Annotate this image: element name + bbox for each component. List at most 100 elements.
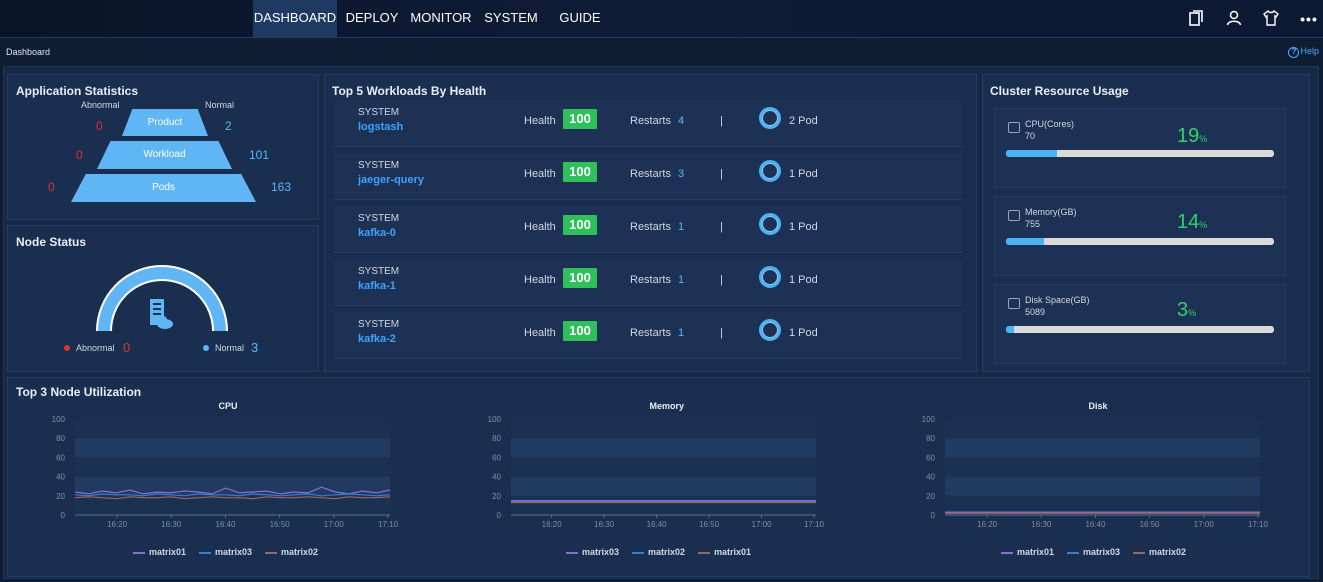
legend-label: matrix01 [149, 547, 187, 557]
y-tick-label: 100 [52, 415, 66, 424]
legend-label: matrix03 [582, 547, 620, 557]
legend-item[interactable]: matrix03 [199, 547, 252, 557]
workload-row[interactable]: SYSTEM kafka-2 Health 100 Restarts 1 | 1 Pod [334, 312, 962, 359]
workload-name-link[interactable]: kafka-0 [358, 227, 396, 239]
legend-item[interactable]: matrix01 [133, 547, 186, 557]
workload-row[interactable]: SYSTEM logstash Health 100 Restarts 4 | 2 Pod [334, 100, 962, 147]
nav-dashboard[interactable]: DASHBOARD [253, 0, 337, 38]
grid-band [511, 495, 816, 515]
server-cloud-icon [150, 299, 173, 329]
restarts-label: Restarts [630, 274, 671, 286]
workload-name-link[interactable]: logstash [358, 121, 403, 133]
workload-name-link[interactable]: kafka-2 [358, 333, 396, 345]
y-tick-label: 60 [56, 453, 65, 462]
workload-name-link[interactable]: kafka-1 [358, 280, 396, 292]
x-tick-label: 17:10 [378, 520, 399, 529]
restarts-count: 4 [678, 115, 685, 127]
node-status-panel: Node Status Abnormal 0 Normal 3 [7, 225, 319, 372]
abnormal-value: 0 [123, 340, 131, 355]
legend-swatch [1001, 551, 1013, 554]
x-tick-label: 16:20 [542, 520, 563, 529]
resource-label: Disk Space(GB) [1025, 295, 1090, 305]
panel-title: Application Statistics [16, 84, 139, 98]
help-link[interactable]: ? Help [1288, 46, 1319, 58]
workload-namespace: SYSTEM [358, 266, 400, 277]
legend-swatch [632, 551, 644, 554]
workload-row[interactable]: SYSTEM jaeger-query Health 100 Restarts 3 | 1 P… [334, 153, 962, 200]
legend-label: matrix01 [714, 547, 752, 557]
health-score-badge: 100 [563, 321, 597, 341]
usage-progress-bar [1006, 150, 1274, 157]
breadcrumb-bar: Dashboard ? Help [0, 39, 1323, 65]
application-statistics-panel: Application Statistics Abnormal Normal 0… [7, 74, 319, 220]
separator: | [720, 274, 723, 286]
workload-name-link[interactable]: jaeger-query [358, 174, 424, 186]
product-abnormal-count: 0 [96, 119, 103, 133]
restarts-label: Restarts [630, 115, 671, 127]
restarts-count: 1 [678, 221, 685, 233]
y-tick-label: 20 [56, 492, 65, 501]
cluster-resource-card: Memory(GB) 755 14% [994, 196, 1286, 276]
y-tick-label: 100 [922, 415, 936, 424]
grid-band [75, 438, 390, 458]
more-icon[interactable]: ••• [1300, 10, 1318, 28]
separator: | [720, 168, 723, 180]
pod-ring-icon [759, 160, 781, 182]
workload-row[interactable]: SYSTEM kafka-0 Health 100 Restarts 1 | 1 Pod [334, 206, 962, 253]
health-label: Health [524, 115, 556, 127]
pod-count: 1 Pod [789, 327, 818, 339]
line-chart[interactable]: 0 20 40 60 80 100 16:20 16:30 16:40 16:50 17:00 17:… [15, 398, 410, 535]
grid-band [945, 457, 1260, 477]
percent-unit: % [1199, 134, 1208, 144]
legend-label: matrix02 [281, 547, 319, 557]
workload-namespace: SYSTEM [358, 160, 400, 171]
grid-band [75, 457, 390, 477]
restarts-label: Restarts [630, 168, 671, 180]
x-tick-label: 17:00 [324, 520, 345, 529]
nav-deploy[interactable]: DEPLOY [342, 0, 402, 38]
workload-row[interactable]: SYSTEM kafka-1 Health 100 Restarts 1 | 1 Pod [334, 259, 962, 306]
y-tick-label: 40 [492, 473, 501, 482]
pod-ring-icon [759, 107, 781, 129]
legend-item[interactable]: matrix02 [632, 547, 685, 557]
legend-item[interactable]: matrix01 [1001, 547, 1054, 557]
y-tick-label: 80 [492, 434, 501, 443]
product-bar[interactable]: Product [122, 109, 208, 136]
legend-item[interactable]: matrix03 [566, 547, 619, 557]
resource-value: 5089 [1025, 307, 1046, 317]
legend-item[interactable]: matrix01 [698, 547, 751, 557]
cluster-resource-card: Disk Space(GB) 5089 3% [994, 284, 1286, 364]
legend-item[interactable]: matrix03 [1067, 547, 1120, 557]
pods-normal-count: 163 [271, 180, 292, 194]
line-chart[interactable]: 0 20 40 60 80 100 16:20 16:30 16:40 16:50 17:00 17:… [885, 398, 1280, 535]
normal-label: Normal [215, 343, 245, 353]
pod-count: 2 Pod [789, 115, 818, 127]
x-tick-label: 16:20 [977, 520, 998, 529]
nav-monitor[interactable]: MONITOR [408, 0, 474, 38]
legend-item[interactable]: matrix02 [1133, 547, 1186, 557]
panel-title: Top 3 Node Utilization [16, 385, 142, 399]
workload-bar[interactable]: Workload [97, 141, 232, 169]
user-icon[interactable] [1225, 10, 1243, 28]
line-chart[interactable]: 0 20 40 60 80 100 16:20 16:30 16:40 16:50 17:00 17:… [451, 398, 836, 535]
pods-abnormal-count: 0 [48, 180, 55, 194]
shirt-icon[interactable] [1262, 9, 1280, 28]
restarts-count: 1 [678, 274, 685, 286]
y-tick-label: 80 [56, 434, 65, 443]
grid-band [945, 476, 1260, 496]
y-tick-label: 0 [61, 511, 66, 520]
abnormal-dot [64, 345, 70, 351]
nav-system[interactable]: SYSTEM [480, 0, 542, 38]
document-icon[interactable] [1187, 10, 1205, 28]
resource-value: 755 [1025, 219, 1041, 229]
legend-item[interactable]: matrix02 [265, 547, 318, 557]
grid-band [511, 419, 816, 439]
pods-bar[interactable]: Pods [71, 174, 256, 202]
nav-guide[interactable]: GUIDE [556, 0, 604, 38]
grid-band [945, 438, 1260, 458]
x-tick-label: 17:10 [804, 520, 825, 529]
health-score-badge: 100 [563, 268, 597, 288]
grid-band [511, 476, 816, 496]
separator: | [720, 221, 723, 233]
abnormal-label: Abnormal [76, 343, 115, 353]
